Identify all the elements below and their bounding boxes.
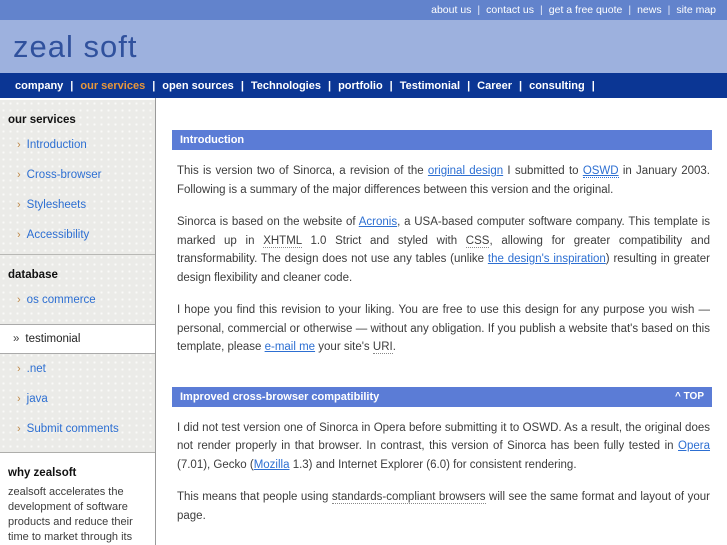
section-introduction: Introduction This is version two of Sino… <box>172 130 712 357</box>
arrow-icon: › <box>17 363 21 375</box>
acronym-text: CSS <box>465 234 490 248</box>
site-title: zeal soft <box>13 28 138 64</box>
inline-link-acronis[interactable]: Acronis <box>359 216 397 228</box>
current-arrow-icon: » <box>13 333 20 345</box>
why-zealsoft-block: why zealsoft zealsoft accelerates the de… <box>0 453 155 545</box>
topbar-link-news[interactable]: news <box>631 4 668 16</box>
topbar-link-about-us[interactable]: about us <box>425 4 477 16</box>
arrow-icon: › <box>17 423 21 435</box>
nav-item-consulting[interactable]: consulting <box>522 80 592 92</box>
nav-item-career[interactable]: Career <box>470 80 519 92</box>
nav-item-technologies[interactable]: Technologies <box>244 80 328 92</box>
arrow-icon: › <box>17 139 21 151</box>
back-to-top-link[interactable]: ^ TOP <box>675 391 704 402</box>
section-title: Improved cross-browser compatibility <box>180 390 380 403</box>
acronym-text: URI <box>372 341 393 354</box>
sidebar-item-label: Cross-browser <box>26 169 102 181</box>
section-title: Introduction <box>180 134 245 146</box>
sidebar-list-after: › .net › java › Submit comments <box>0 354 155 448</box>
paragraph: Sinorca is based on the website of Acron… <box>177 216 710 284</box>
arrow-icon: › <box>17 393 21 405</box>
sidebar-item-label: Submit comments <box>26 423 119 435</box>
inline-link-the-design-s-inspiration[interactable]: the design's inspiration <box>488 253 606 265</box>
acronym-text: XHTML <box>263 234 302 248</box>
main-content: Introduction This is version two of Sino… <box>156 98 727 545</box>
nav-item-company[interactable]: company <box>8 80 70 92</box>
paragraph: This is version two of Sinorca, a revisi… <box>177 165 710 196</box>
arrow-icon: › <box>17 229 21 241</box>
sidebar-list-our-services: › Introduction › Cross-browser › Stylesheets ›… <box>0 130 155 254</box>
sidebar-item-cross-browser[interactable]: › Cross-browser <box>0 160 155 190</box>
section-header-bar: Improved cross-browser compatibility ^ T… <box>172 386 712 407</box>
site-header: zeal soft <box>0 20 727 73</box>
topbar-link-site-map[interactable]: site map <box>670 4 722 16</box>
inline-link-opera[interactable]: Opera <box>678 440 710 452</box>
sidebar-menu-block: our services › Introduction › Cross-browser… <box>0 100 155 453</box>
topbar-link-contact-us[interactable]: contact us <box>480 4 540 16</box>
sidebar-item-os-commerce[interactable]: › os commerce <box>0 285 155 315</box>
sidebar-current-label: testimonial <box>25 333 81 345</box>
sidebar-section-title: database <box>8 269 58 281</box>
sidebar-item-label: Stylesheets <box>26 199 87 211</box>
top-utility-bar: about us | contact us | get a free quote | new… <box>0 0 727 20</box>
why-text: zealsoft accelerates the development of … <box>8 486 133 543</box>
paragraph: This means that people using standards-c… <box>177 491 710 522</box>
arrow-icon: › <box>17 169 21 181</box>
inline-link-mozilla[interactable]: Mozilla <box>254 459 290 471</box>
sidebar: our services › Introduction › Cross-browser… <box>0 98 156 545</box>
acronym-text: standards-compliant browsers <box>331 491 486 504</box>
sidebar-section-title: our services <box>8 114 76 126</box>
topbar-link-get-a-free-quote[interactable]: get a free quote <box>543 4 629 16</box>
sidebar-item-label: os commerce <box>26 294 96 306</box>
paragraph: I did not test version one of Sinorca in… <box>177 421 710 471</box>
nav-item-our-services[interactable]: our services <box>73 80 152 92</box>
nav-item-open-sources[interactable]: open sources <box>155 80 241 92</box>
inline-link-original-design[interactable]: original design <box>428 165 503 177</box>
sidebar-item-accessibility[interactable]: › Accessibility <box>0 220 155 250</box>
section-header-bar: Introduction <box>172 130 712 150</box>
nav-item-portfolio[interactable]: portfolio <box>331 80 390 92</box>
arrow-icon: › <box>17 294 21 306</box>
separator: | <box>591 79 595 92</box>
arrow-icon: › <box>17 199 21 211</box>
sidebar-item-java[interactable]: › java <box>0 384 155 414</box>
sidebar-item-label: Accessibility <box>26 229 90 241</box>
sidebar-item-introduction[interactable]: › Introduction <box>0 130 155 160</box>
sidebar-item-label: .net <box>26 363 46 375</box>
sidebar-item-submit-comments[interactable]: › Submit comments <box>0 414 155 444</box>
main-nav: company | our services | open sources | Techno… <box>0 73 727 98</box>
inline-link-e-mail-me[interactable]: e-mail me <box>265 341 315 353</box>
section-cross-browser: Improved cross-browser compatibility ^ T… <box>172 386 712 526</box>
sidebar-item-label: Introduction <box>26 139 87 151</box>
paragraph: I hope you find this revision to your li… <box>177 304 710 354</box>
inline-link-oswd[interactable]: OSWD <box>582 165 619 178</box>
sidebar-list-database: › os commerce <box>0 285 155 319</box>
nav-item-testimonial[interactable]: Testimonial <box>393 80 467 92</box>
sidebar-item-label: java <box>26 393 48 405</box>
sidebar-item-net[interactable]: › .net <box>0 354 155 384</box>
sidebar-item-stylesheets[interactable]: › Stylesheets <box>0 190 155 220</box>
why-title: why zealsoft <box>8 467 77 479</box>
sidebar-item-testimonial-current[interactable]: » testimonial <box>0 324 155 354</box>
